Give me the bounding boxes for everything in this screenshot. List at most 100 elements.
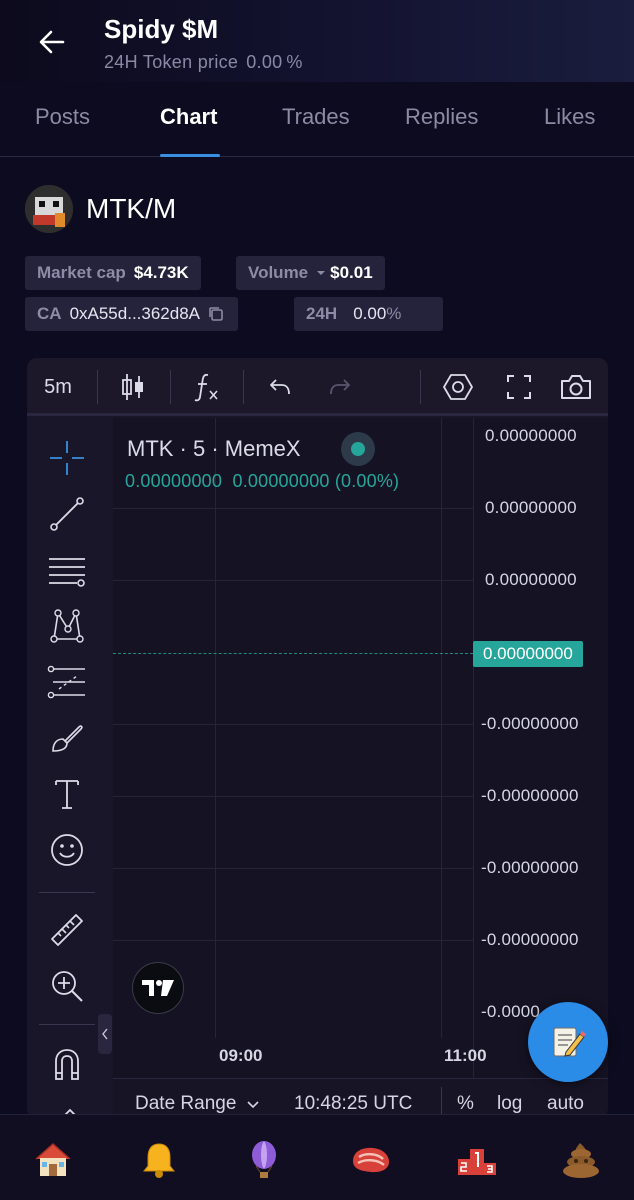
time-axis-label: 09:00 xyxy=(219,1046,263,1065)
market-cap-value: $4.73K xyxy=(133,263,189,282)
forecast-icon xyxy=(47,665,85,699)
gridline xyxy=(113,580,473,581)
chart-settings-button[interactable] xyxy=(440,370,476,404)
price-axis-label: 0.00000000 xyxy=(485,498,577,517)
market-status-indicator[interactable] xyxy=(341,432,375,466)
screenshot-button[interactable] xyxy=(557,370,595,404)
nav-trending[interactable] xyxy=(346,1135,396,1185)
chart-plot-area[interactable]: MTK · 5 · MemeX 0.00000000 0.00000000 (0… xyxy=(113,418,608,1118)
undo-icon xyxy=(270,379,290,395)
legend-close: 0.00000000 xyxy=(232,471,330,491)
magnet-tool[interactable] xyxy=(47,1044,87,1084)
collapse-toolbar-handle[interactable] xyxy=(98,1014,112,1054)
ruler-icon xyxy=(51,914,83,946)
legend-open: 0.00000000 xyxy=(125,471,223,491)
drawing-toolbar xyxy=(27,418,113,1118)
tab-likes[interactable]: Likes xyxy=(544,104,595,130)
chart-legend-title: MTK · 5 · MemeX xyxy=(127,436,301,461)
active-tab-indicator xyxy=(160,154,220,157)
settings-hexagon-icon xyxy=(443,374,473,400)
nav-home[interactable] xyxy=(28,1135,78,1185)
indicators-button[interactable] xyxy=(189,370,225,404)
current-price-line xyxy=(113,653,473,654)
measure-tool[interactable] xyxy=(47,910,87,950)
contract-address-badge[interactable]: CA 0xA55d...362d8A xyxy=(25,297,239,331)
percent-scale-toggle[interactable]: % xyxy=(457,1093,474,1115)
emoji-tool[interactable] xyxy=(47,830,87,870)
tradingview-logo-icon xyxy=(142,980,174,996)
zoom-in-tool[interactable] xyxy=(47,966,87,1006)
copy-icon[interactable] xyxy=(206,304,226,324)
price-axis-label: -0.00000000 xyxy=(481,858,579,877)
auto-scale-toggle[interactable]: auto xyxy=(547,1093,584,1115)
chevron-down-icon xyxy=(247,1101,259,1109)
caret-down-icon xyxy=(317,271,326,275)
h24-value: 0.00 xyxy=(353,304,387,323)
price-change-value: 0.00 % xyxy=(246,52,303,72)
nav-explore[interactable] xyxy=(239,1135,289,1185)
nav-leaderboard[interactable] xyxy=(452,1135,502,1185)
text-icon xyxy=(55,780,79,809)
volume-value: $0.01 xyxy=(330,263,373,282)
date-range-button[interactable]: Date Range xyxy=(135,1093,260,1115)
fullscreen-icon xyxy=(507,375,531,399)
poop-icon xyxy=(563,1143,599,1178)
bell-icon xyxy=(142,1143,176,1178)
function-fx-icon xyxy=(194,373,218,402)
utc-clock[interactable]: 10:48:25 UTC xyxy=(294,1093,412,1115)
compose-post-button[interactable] xyxy=(528,1002,608,1082)
log-scale-toggle[interactable]: log xyxy=(497,1093,522,1115)
token-pair: MTK/M xyxy=(86,193,177,224)
prediction-tool[interactable] xyxy=(47,662,87,702)
pattern-tool[interactable] xyxy=(47,606,87,646)
price-axis-label: 0.00000000 xyxy=(485,570,577,589)
toolbar-divider xyxy=(97,370,98,404)
gridline xyxy=(215,418,216,1038)
volume-label: Volume xyxy=(248,263,309,282)
gridline xyxy=(113,940,473,941)
trend-line-tool[interactable] xyxy=(47,494,87,534)
tools-divider xyxy=(39,1024,95,1025)
toolbar-divider xyxy=(420,370,421,404)
price-axis-label: -0.00000000 xyxy=(481,714,579,733)
horizontal-lines-tool[interactable] xyxy=(47,550,87,590)
hot-air-balloon-icon xyxy=(252,1141,276,1178)
memo-edit-icon xyxy=(553,1027,586,1057)
top-header: Spidy $M 24H Token price 0.00 % xyxy=(0,0,634,82)
price-axis-label: 0.00000000 xyxy=(485,426,577,445)
nav-profile[interactable] xyxy=(556,1135,606,1185)
interval-selector[interactable]: 5m xyxy=(43,370,73,404)
chart-bottom-bar: Date Range 10:48:25 UTC % log auto xyxy=(113,1078,608,1118)
candlestick-type-button[interactable] xyxy=(115,370,151,404)
tab-posts[interactable]: Posts xyxy=(35,104,90,130)
tradingview-chart: 5m MTK · 5 · MemeX 0.00000000 0.00000000… xyxy=(27,358,608,1118)
back-button[interactable] xyxy=(30,22,74,62)
chart-toolbar: 5m xyxy=(27,358,608,416)
legend-change: (0.00%) xyxy=(334,471,400,491)
gridline xyxy=(441,418,442,1038)
tab-trades[interactable]: Trades xyxy=(282,104,350,130)
toolbar-divider xyxy=(243,370,244,404)
current-price-tag: 0.00000000 xyxy=(473,641,583,667)
text-tool[interactable] xyxy=(47,774,87,814)
tradingview-logo[interactable] xyxy=(132,962,184,1014)
crosshair-tool[interactable] xyxy=(47,438,87,478)
fullscreen-button[interactable] xyxy=(501,370,537,404)
ca-label: CA xyxy=(37,304,62,323)
nav-notifications[interactable] xyxy=(134,1135,184,1185)
tab-chart[interactable]: Chart xyxy=(160,104,217,130)
pattern-icon xyxy=(50,609,84,643)
token-price-change: 24H Token price 0.00 % xyxy=(104,52,303,73)
price-axis-label: -0.00000000 xyxy=(481,786,579,805)
volume-badge[interactable]: Volume $0.01 xyxy=(236,256,385,290)
smiley-icon xyxy=(51,834,83,866)
brush-icon xyxy=(52,725,83,752)
tab-replies[interactable]: Replies xyxy=(405,104,478,130)
token-avatar xyxy=(25,185,73,233)
redo-button[interactable] xyxy=(323,370,357,404)
h24-label: 24H xyxy=(306,304,338,323)
undo-button[interactable] xyxy=(263,370,297,404)
brush-tool[interactable] xyxy=(47,718,87,758)
candlestick-icon xyxy=(122,374,143,400)
market-cap-badge: Market cap $4.73K xyxy=(25,256,201,290)
